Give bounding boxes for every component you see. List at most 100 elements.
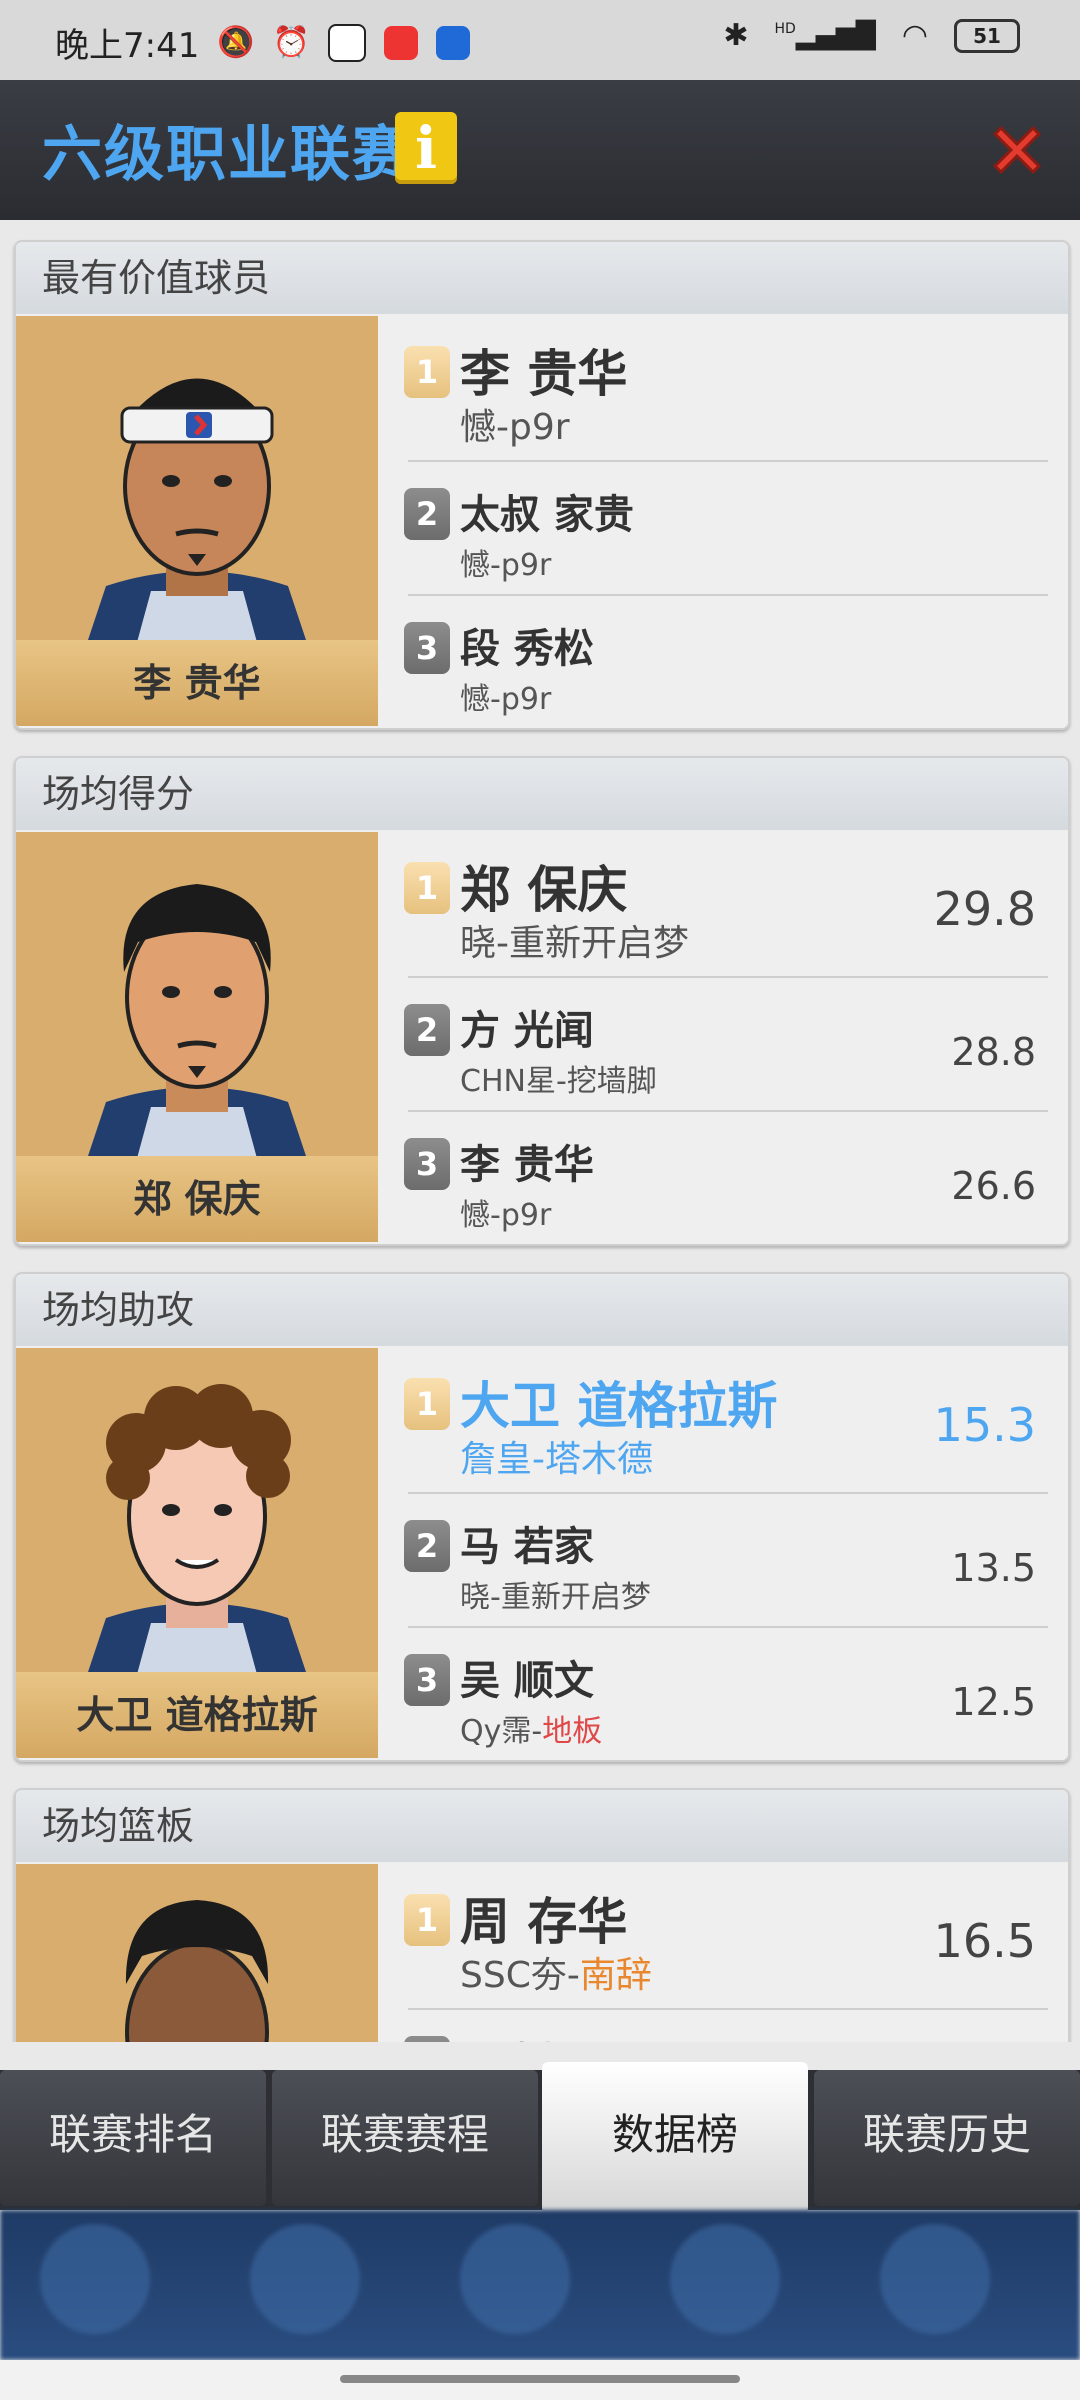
ranking-list: 1 大卫 道格拉斯 詹皇-塔木德 15.3 2 马 若家 晓-重新开启梦 13.… (378, 1348, 1068, 1758)
stat-value: 15.3 (933, 1398, 1036, 1452)
blurred-icon (40, 2224, 150, 2334)
rank-badge: 2 (404, 1004, 450, 1056)
tab-leaderboard[interactable]: 数据榜 (542, 2062, 808, 2214)
ranking-row[interactable]: 1 郑 保庆 晓-重新开启梦 29.8 (396, 840, 1036, 974)
stats-content[interactable]: 最有价值球员 李 贵华 1 李 贵华 憾-p9r 2 太叔 家贵 憾-p9r 3… (0, 220, 1080, 2042)
bluetooth-icon: ✱ (723, 18, 749, 53)
mute-icon: 🔕 (217, 25, 255, 60)
team-name: Qy霈-地板 (460, 1714, 603, 1749)
team-name: 晓-重新开启梦 (460, 1580, 651, 1615)
tab-league-ranking[interactable]: 联赛排名 (0, 2070, 266, 2206)
home-indicator[interactable] (340, 2375, 740, 2383)
ranking-row[interactable]: 3 吴 顺文 Qy霈-地板 12.5 (396, 1628, 1036, 1758)
page-title: 六级职业联赛 (42, 120, 414, 190)
battery-icon: 51 (954, 18, 1020, 53)
alarm-icon: ⏰ (272, 25, 311, 60)
background-menu-blurred (0, 2210, 1080, 2360)
close-button[interactable] (985, 118, 1049, 182)
section-title: 场均篮板 (16, 1790, 1068, 1862)
rank-badge: 1 (404, 346, 450, 398)
portrait-name: 大卫 道格拉斯 (16, 1672, 378, 1758)
section-title: 最有价值球员 (16, 242, 1068, 314)
player-portrait[interactable]: 大卫 道格拉斯 (16, 1348, 378, 1758)
rank-badge: 1 (404, 1378, 450, 1430)
stat-value: 12.5 (951, 1680, 1036, 1724)
rank-badge: 2 (404, 488, 450, 540)
team-name: 詹皇-塔木德 (460, 1439, 653, 1480)
ranking-row[interactable]: 1 大卫 道格拉斯 詹皇-塔木德 15.3 (396, 1356, 1036, 1490)
signal-icon: HD▂▄▆█ (774, 20, 876, 51)
player-avatar (125, 1900, 269, 2042)
rank-badge: 3 (404, 1654, 450, 1706)
qq-icon (328, 23, 367, 62)
ranking-row[interactable]: 2 方 光闻 CHN星-挖墙脚 28.8 (396, 978, 1036, 1108)
player-avatar (86, 1384, 308, 1678)
portrait-name: 李 贵华 (16, 640, 378, 726)
ranking-row[interactable]: 1 周 存华 SSC夯-南辞 16.5 (396, 1872, 1036, 2006)
mvp-card: 最有价值球员 李 贵华 1 李 贵华 憾-p9r 2 太叔 家贵 憾-p9r 3… (14, 240, 1070, 730)
player-name: 郑 保庆 (460, 861, 628, 919)
ranking-list: 1 李 贵华 憾-p9r 2 太叔 家贵 憾-p9r 3 段 秀松 憾-p9r (378, 316, 1068, 726)
tab-league-schedule[interactable]: 联赛赛程 (272, 2070, 538, 2206)
tab-league-history[interactable]: 联赛历史 (814, 2070, 1080, 2206)
team-name: 晓-重新开启梦 (460, 923, 689, 964)
rank-badge: 3 (404, 1138, 450, 1190)
rank-badge: 2 (404, 2036, 450, 2042)
section-title: 场均得分 (16, 758, 1068, 830)
player-name: 马 若家 (460, 1524, 594, 1570)
player-name: 大卫 道格拉斯 (460, 1377, 778, 1435)
player-name: 李 贵华 (460, 345, 628, 403)
rank-badge: 2 (404, 1520, 450, 1572)
player-name: 周 存华 (460, 1893, 628, 1951)
system-nav-bar (0, 2360, 1080, 2400)
stat-value: 26.6 (951, 1164, 1036, 1208)
news-app-icon (384, 25, 419, 60)
stat-value: 28.8 (951, 1030, 1036, 1074)
blurred-icon (670, 2224, 780, 2334)
rank-badge: 1 (404, 862, 450, 914)
team-name: 憾-p9r (460, 1198, 552, 1233)
app-header: 六级职业联赛 i (0, 80, 1080, 220)
bottom-tab-bar: 联赛排名 联赛赛程 数据榜 联赛历史 (0, 2062, 1080, 2214)
player-name: 吴 顺文 (460, 1658, 594, 1704)
rebounds-card: 场均篮板 1 周 存华 SSC夯-南辞 16.5 2 张 树 (14, 1788, 1070, 2042)
section-title: 场均助攻 (16, 1274, 1068, 1346)
rank-badge: 3 (404, 622, 450, 674)
ranking-row[interactable]: 1 李 贵华 憾-p9r (396, 324, 1036, 458)
player-portrait[interactable]: 郑 保庆 (16, 832, 378, 1242)
chat-app-icon (436, 25, 471, 60)
ranking-list: 1 郑 保庆 晓-重新开启梦 29.8 2 方 光闻 CHN星-挖墙脚 28.8… (378, 832, 1068, 1242)
player-portrait[interactable] (16, 1864, 378, 2042)
team-name: 憾-p9r (460, 682, 552, 717)
player-name: 张 树 (460, 2030, 554, 2042)
wifi-icon: ◠ (901, 18, 928, 53)
team-name: 憾-p9r (460, 548, 552, 583)
team-name: CHN星-挖墙脚 (460, 1064, 657, 1099)
blurred-icon (460, 2224, 570, 2334)
stat-value: 13.5 (951, 1546, 1036, 1590)
player-portrait[interactable]: 李 贵华 (16, 316, 378, 726)
points-card: 场均得分 郑 保庆 1 郑 保庆 晓-重新开启梦 29.8 2 方 光闻 CHN… (14, 756, 1070, 1246)
team-name: 憾-p9r (460, 407, 570, 448)
stat-value: 29.8 (933, 882, 1036, 936)
close-icon (992, 125, 1042, 175)
team-name: SSC夯-南辞 (460, 1955, 652, 1996)
ranking-row[interactable]: 2 太叔 家贵 憾-p9r (396, 462, 1036, 592)
player-name: 段 秀松 (460, 626, 594, 672)
player-name: 方 光闻 (460, 1008, 594, 1054)
assists-card: 场均助攻 大卫 道格拉斯 1 大卫 道格拉斯 詹皇-塔木德 15.3 2 马 若… (14, 1272, 1070, 1762)
player-name: 太叔 家贵 (460, 492, 634, 538)
ranking-row[interactable]: 2 张 树 (396, 2010, 1036, 2042)
rank-badge: 1 (404, 1894, 450, 1946)
blurred-icon (250, 2224, 360, 2334)
ranking-row[interactable]: 2 马 若家 晓-重新开启梦 13.5 (396, 1494, 1036, 1624)
ranking-row[interactable]: 3 李 贵华 憾-p9r 26.6 (396, 1112, 1036, 1242)
status-bar: 晚上7:41 🔕 ⏰ ✱ HD▂▄▆█ ◠ 51 (0, 0, 1080, 80)
blurred-icon (880, 2224, 990, 2334)
player-name: 李 贵华 (460, 1142, 594, 1188)
ranking-list: 1 周 存华 SSC夯-南辞 16.5 2 张 树 (378, 1864, 1068, 2042)
stat-value: 16.5 (933, 1914, 1036, 1968)
player-avatar (86, 378, 308, 646)
ranking-row[interactable]: 3 段 秀松 憾-p9r (396, 596, 1036, 726)
info-button[interactable]: i (395, 112, 457, 184)
